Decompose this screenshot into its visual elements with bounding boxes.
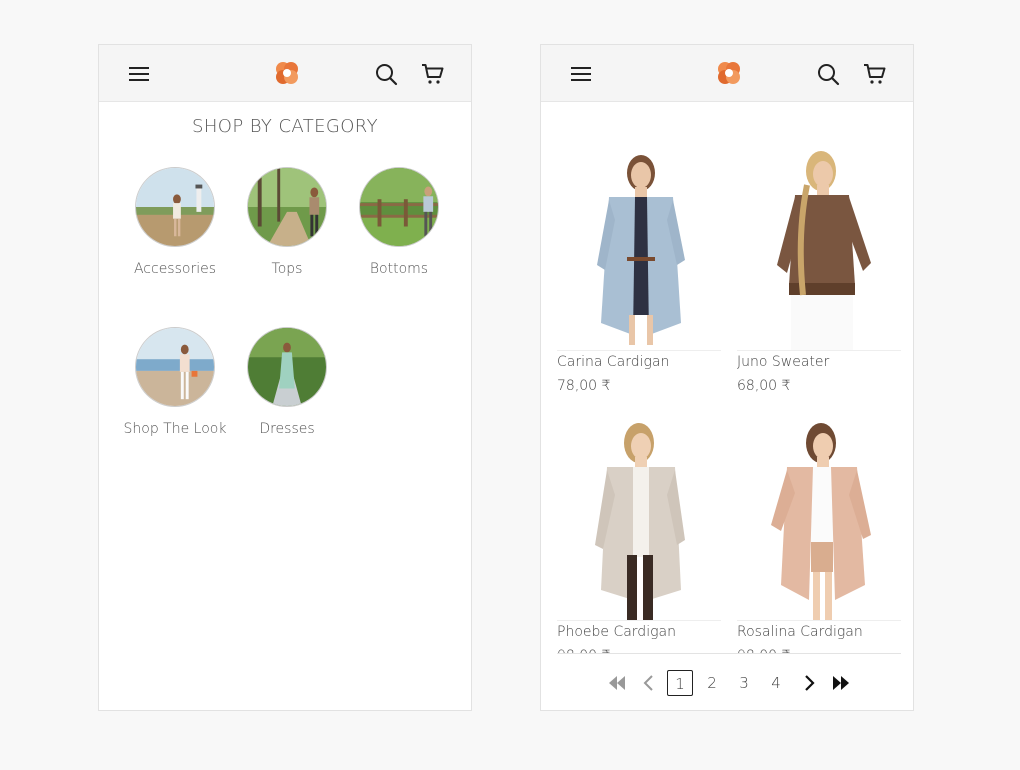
next-page-icon[interactable] (801, 670, 817, 696)
product-card[interactable]: Carina Cardigan 78,00 ₹ (557, 145, 721, 395)
product-name: Juno Sweater (737, 354, 830, 370)
app-header (99, 45, 471, 102)
category-label: Dresses (259, 421, 315, 437)
category-screen: SHOP BY CATEGORY Accessories Tops Bottom… (98, 44, 472, 711)
beach-shore-photo-icon (135, 327, 215, 407)
category-label: Tops (271, 261, 303, 277)
section-title: SHOP BY CATEGORY (192, 116, 378, 137)
prev-page-icon[interactable] (641, 670, 657, 696)
last-page-icon[interactable] (831, 670, 851, 696)
category-label: Accessories (133, 261, 217, 277)
brand-logo-icon[interactable] (274, 60, 300, 86)
product-name: Phoebe Cardigan (557, 624, 676, 640)
product-image (557, 145, 721, 351)
brand-logo-icon[interactable] (716, 60, 742, 86)
category-bottoms[interactable]: Bottoms (343, 167, 455, 277)
app-header (541, 45, 913, 102)
hamburger-menu-icon[interactable] (127, 62, 151, 86)
search-icon[interactable] (816, 62, 840, 86)
garden-walkway-photo-icon (247, 327, 327, 407)
product-card[interactable]: Phoebe Cardigan 98,00 ₹ (557, 415, 721, 665)
category-label: Bottoms (369, 261, 429, 277)
cart-icon[interactable] (863, 62, 887, 86)
product-name: Carina Cardigan (557, 354, 670, 370)
product-image (557, 415, 721, 621)
product-card[interactable]: Rosalina Cardigan 98,00 ₹ (737, 415, 901, 665)
product-card[interactable]: Juno Sweater 68,00 ₹ (737, 145, 901, 395)
product-list-screen: Carina Cardigan 78,00 ₹ Juno Sweater 68,… (540, 44, 914, 711)
hamburger-menu-icon[interactable] (569, 62, 593, 86)
pagination: 1 2 3 4 (541, 670, 913, 698)
product-image (737, 415, 901, 621)
category-tops[interactable]: Tops (231, 167, 343, 277)
category-label: Shop The Look (123, 421, 227, 437)
product-image (737, 145, 901, 351)
product-name: Rosalina Cardigan (737, 624, 863, 640)
category-shop-the-look[interactable]: Shop The Look (119, 327, 231, 437)
product-price: 68,00 ₹ (737, 378, 791, 394)
product-price: 78,00 ₹ (557, 378, 611, 394)
page-1-button[interactable]: 1 (667, 670, 693, 696)
search-icon[interactable] (374, 62, 398, 86)
wooden-fence-photo-icon (359, 167, 439, 247)
page-3-button[interactable]: 3 (731, 670, 757, 696)
page-4-button[interactable]: 4 (763, 670, 789, 696)
beach-lighthouse-photo-icon (135, 167, 215, 247)
category-accessories[interactable]: Accessories (119, 167, 231, 277)
page-2-button[interactable]: 2 (699, 670, 725, 696)
forest-path-photo-icon (247, 167, 327, 247)
cart-icon[interactable] (421, 62, 445, 86)
first-page-icon[interactable] (607, 670, 627, 696)
category-dresses[interactable]: Dresses (231, 327, 343, 437)
